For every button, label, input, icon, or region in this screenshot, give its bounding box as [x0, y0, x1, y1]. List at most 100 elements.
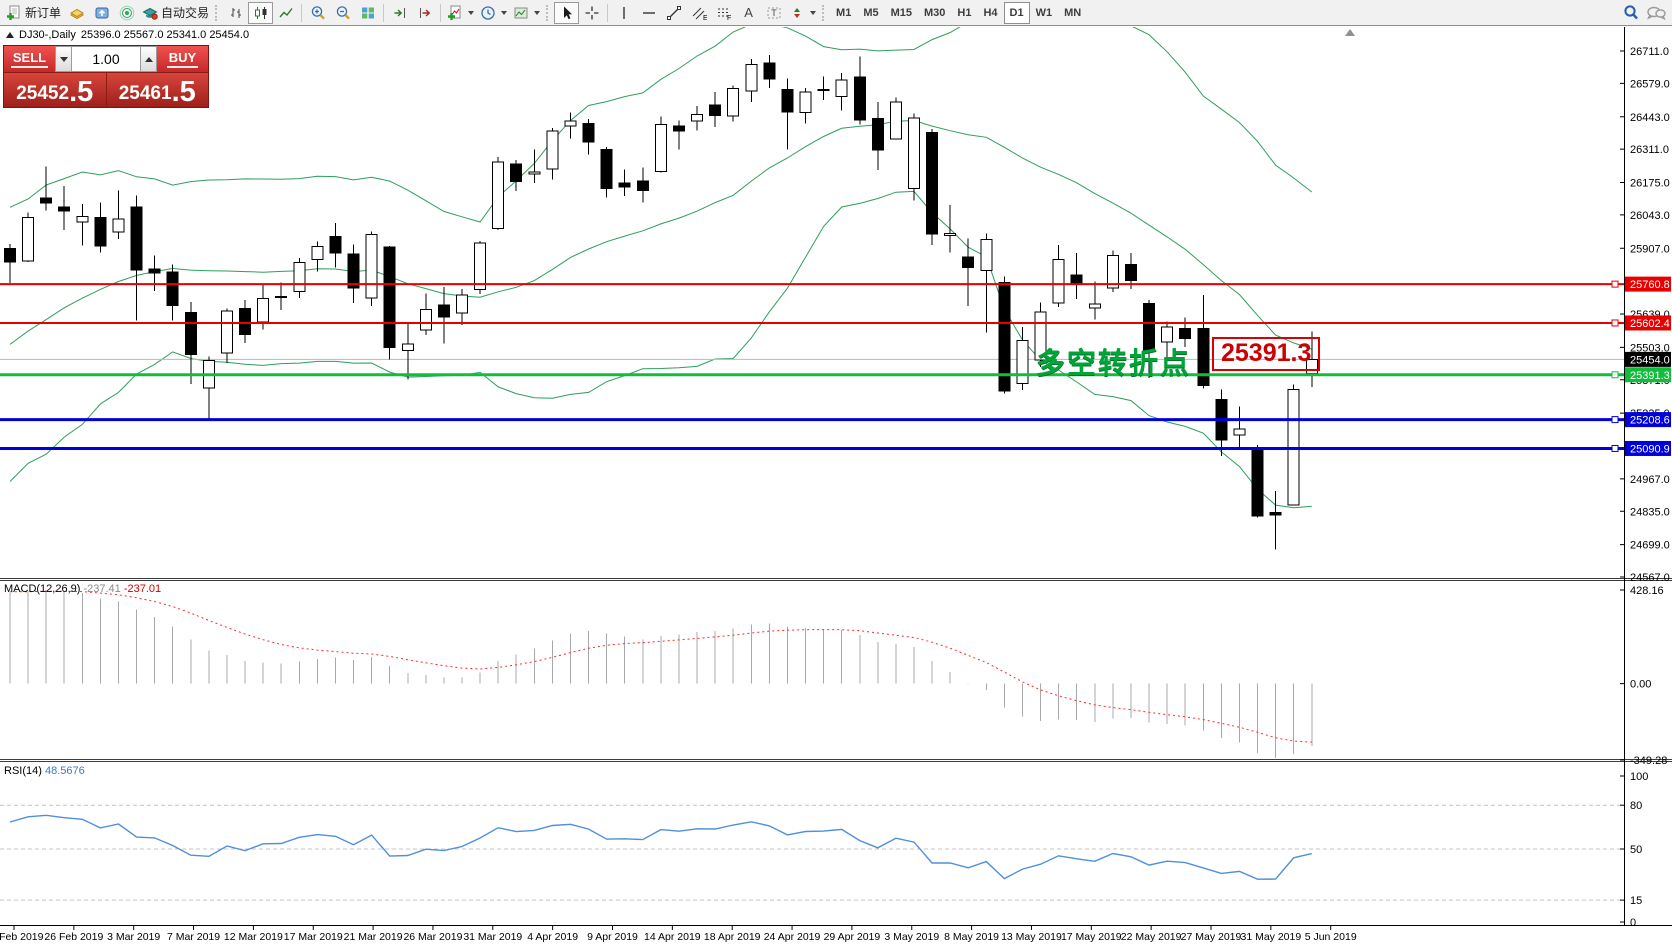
- hline-handle[interactable]: [1612, 372, 1618, 378]
- tile-windows-icon: [360, 5, 376, 21]
- price-tick-label: 26711.0: [1630, 46, 1669, 58]
- one-click-trading-panel: SELL BUY 25452.5 25461.5: [3, 45, 209, 108]
- chart-ohlc-values: 25396.0 25567.0 25341.0 25454.0: [81, 29, 249, 41]
- history-book-button[interactable]: [64, 2, 89, 24]
- rsi-label: RSI(14) 48.5676: [4, 765, 85, 777]
- volume-input[interactable]: [72, 46, 140, 72]
- timeframe-m5-button[interactable]: M5: [857, 2, 884, 24]
- bar-chart-button[interactable]: [223, 2, 248, 24]
- trendline-button[interactable]: [661, 2, 686, 24]
- svg-text:T: T: [771, 8, 777, 18]
- price-marker-label: 25760.8: [1630, 279, 1670, 291]
- indicators-button[interactable]: [444, 2, 477, 24]
- toolbar-separator: [440, 4, 441, 22]
- cursor-button[interactable]: [554, 2, 579, 24]
- timeframe-m15-button[interactable]: M15: [885, 2, 918, 24]
- toolbar-drag-handle[interactable]: [215, 5, 220, 21]
- volume-decrease-button[interactable]: [55, 46, 72, 72]
- signals-button[interactable]: [114, 2, 139, 24]
- equidistant-channel-button[interactable]: E: [686, 2, 711, 24]
- chart-title: DJ30-,Daily 25396.0 25567.0 25341.0 2545…: [6, 29, 249, 41]
- spin-up-icon: [145, 57, 153, 62]
- price-marker-label: 25090.9: [1630, 443, 1670, 455]
- text-label-button[interactable]: T: [761, 2, 786, 24]
- arrows-tool-button[interactable]: [786, 2, 819, 24]
- terminal-window: 新订单 自动交易: [0, 0, 1672, 952]
- toolbar-separator: [607, 4, 608, 22]
- templates-button[interactable]: [510, 2, 543, 24]
- chart-symbol-period: DJ30-,Daily: [19, 29, 76, 41]
- date-tick-label: 26 Mar 2019: [403, 931, 462, 943]
- price-tick-label: 26311.0: [1630, 144, 1669, 156]
- cursor-icon: [559, 5, 575, 21]
- zoom-out-button[interactable]: [330, 2, 355, 24]
- timeframe-h1-button[interactable]: H1: [951, 2, 977, 24]
- auto-scroll-icon: [392, 5, 408, 21]
- price-tick-label: 26043.0: [1630, 210, 1670, 222]
- vertical-line-button[interactable]: [611, 2, 636, 24]
- svg-text:F: F: [727, 15, 731, 21]
- autotrade-hat-icon: [142, 5, 158, 21]
- price-marker-label: 25602.4: [1630, 318, 1670, 330]
- timeframe-mn-button[interactable]: MN: [1058, 2, 1087, 24]
- zoom-in-icon: [310, 5, 326, 21]
- new-order-button[interactable]: 新订单: [3, 2, 64, 24]
- macd-tick-label: 0.00: [1630, 679, 1651, 691]
- pivot-annotation-text[interactable]: 多空转折点: [1036, 340, 1191, 382]
- crosshair-button[interactable]: [579, 2, 604, 24]
- hline-handle[interactable]: [1612, 445, 1618, 451]
- auto-scroll-button[interactable]: [387, 2, 412, 24]
- sell-price[interactable]: 25452.5: [4, 73, 106, 107]
- timeframe-m1-button[interactable]: M1: [830, 2, 857, 24]
- rsi-line: [10, 815, 1312, 879]
- volume-increase-button[interactable]: [140, 46, 157, 72]
- publish-report-icon: [94, 5, 110, 21]
- toolbar-drag-handle[interactable]: [546, 5, 551, 21]
- date-tick-label: 27 May 2019: [1181, 931, 1242, 943]
- buy-button[interactable]: BUY: [157, 46, 208, 72]
- date-tick-label: 13 May 2019: [1001, 931, 1062, 943]
- hline-handle[interactable]: [1612, 417, 1618, 423]
- date-tick-label: 3 Mar 2019: [107, 931, 160, 943]
- chart-shift-marker[interactable]: [1345, 29, 1355, 36]
- horizontal-line-button[interactable]: [636, 2, 661, 24]
- macd-tick-label: 428.16: [1630, 585, 1664, 597]
- date-tick-label: 7 Mar 2019: [167, 931, 220, 943]
- sell-button[interactable]: SELL: [4, 46, 55, 72]
- chart-canvas[interactable]: 26711.026579.026443.026311.026175.026043…: [0, 0, 1672, 952]
- new-order-label: 新订单: [25, 4, 61, 21]
- date-tick-label: 3 May 2019: [884, 931, 939, 943]
- line-chart-button[interactable]: [273, 2, 298, 24]
- search-button[interactable]: [1618, 2, 1643, 24]
- community-chat-button[interactable]: [1643, 2, 1669, 24]
- tile-windows-button[interactable]: [355, 2, 380, 24]
- trendline-icon: [666, 5, 682, 21]
- price-tick-label: 24567.0: [1630, 572, 1670, 584]
- periods-button[interactable]: [477, 2, 510, 24]
- price-tick-label: 25907.0: [1630, 243, 1670, 255]
- autotrade-button[interactable]: 自动交易: [139, 2, 212, 24]
- date-tick-label: 8 May 2019: [944, 931, 999, 943]
- hline-handle[interactable]: [1612, 320, 1618, 326]
- text-tool-button[interactable]: A: [736, 2, 761, 24]
- date-tick-label: 21 Feb 2019: [0, 931, 44, 943]
- candlestick-chart-button[interactable]: [248, 2, 273, 24]
- timeframe-h4-button[interactable]: H4: [977, 2, 1003, 24]
- rsi-tick-label: 80: [1630, 800, 1642, 812]
- chart-shift-button[interactable]: [412, 2, 437, 24]
- timeframe-m30-button[interactable]: M30: [918, 2, 951, 24]
- timeframe-w1-button[interactable]: W1: [1030, 2, 1059, 24]
- hline-handle[interactable]: [1612, 281, 1618, 287]
- publish-button[interactable]: [89, 2, 114, 24]
- signal-icon: [119, 5, 135, 21]
- zoom-in-button[interactable]: [305, 2, 330, 24]
- timeframe-d1-button[interactable]: D1: [1004, 2, 1030, 24]
- rsi-tick-label: 50: [1630, 844, 1642, 856]
- date-tick-label: 4 Apr 2019: [527, 931, 578, 943]
- price-marker-label: 25391.3: [1630, 370, 1670, 382]
- equidistant-channel-icon: E: [691, 5, 707, 21]
- fibonacci-button[interactable]: F: [711, 2, 736, 24]
- pivot-annotation-value[interactable]: 25391.3: [1212, 337, 1320, 371]
- buy-price[interactable]: 25461.5: [107, 73, 209, 107]
- toolbar-drag-handle[interactable]: [822, 5, 827, 21]
